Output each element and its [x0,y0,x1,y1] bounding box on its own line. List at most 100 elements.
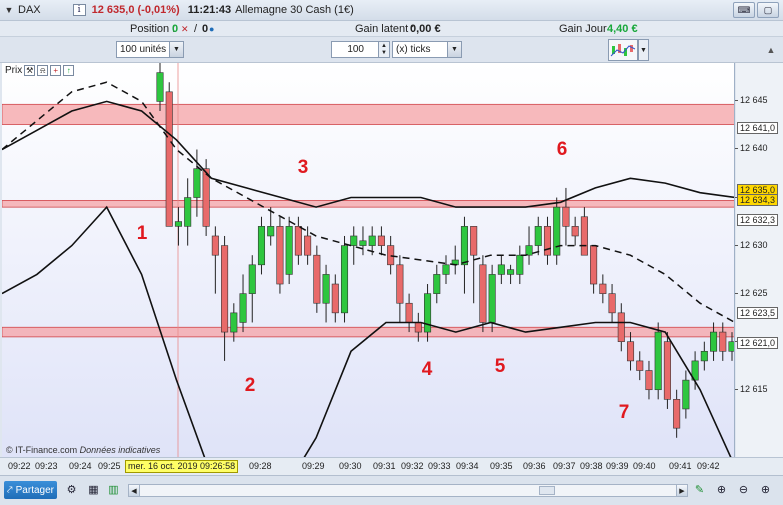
calculator-icon[interactable]: ▦ [86,482,101,497]
candle-body [267,226,275,237]
annotation-6: 6 [557,139,568,160]
candle-body [387,245,395,266]
candle-body [700,350,708,362]
chart-type-button[interactable] [608,39,638,61]
candle-body [193,168,201,198]
candle-body [377,235,385,246]
zoom-in-icon[interactable]: ⊕ [758,482,773,497]
chart-type-icon [610,44,636,57]
candle-body [257,226,266,266]
ticks-count-input[interactable]: 100 [331,41,379,58]
candle-body [645,370,653,391]
collapse-arrow-icon[interactable]: ▼ [2,3,16,17]
scroll-right-icon[interactable]: ▶ [676,485,687,496]
price-axis[interactable]: 12 64512 64012 63512 63012 62512 62012 6… [735,63,783,457]
orders-icon[interactable]: ● [209,24,214,34]
candle-body [285,226,293,275]
candle-body [608,293,616,314]
share-icon: ⤤ [7,484,13,496]
sr-zone-2 [2,200,734,208]
sr-zone-1 [2,103,734,125]
window-controls: ⌨ ▢ [733,2,779,18]
price-level-label: 12 634,3 [737,194,779,206]
arrow-up-icon[interactable]: ↑ [63,65,75,76]
instrument-name: Allemagne 30 Cash (1€) [235,4,354,16]
units-select[interactable]: 100 unités ▼ [116,41,184,58]
x-tick-label: 09:25 [98,461,121,471]
x-tick-label: 09:31 [373,461,396,471]
candle-body [497,264,505,275]
candle-body [405,302,413,323]
candle-body [156,72,164,102]
ticks-stepper[interactable]: ▲ ▼ [378,41,390,58]
candle-body [617,312,625,342]
candle-body [470,226,478,256]
copyright-text: © IT-Finance.com [6,445,78,455]
draw-tool-icon[interactable]: ✎ [692,482,707,497]
title-bar: ▼ DAX i 12 635,0 (-0,01%) 11:21:43 Allem… [0,0,783,21]
wrench-icon[interactable]: ⚒ [24,65,36,76]
copyright-subtext: Données indicatives [79,445,161,455]
price-level-label: 12 641,0 [737,122,779,134]
indicators-icon[interactable]: ▥ [106,482,121,497]
trading-window: ▼ DAX i 12 635,0 (-0,01%) 11:21:43 Allem… [0,0,783,505]
candle-body [414,322,422,333]
gain-jour-value: 4,40 € [607,23,638,35]
candle-body [488,274,496,323]
x-tick-label: 09:38 [580,461,603,471]
candle-body [673,399,681,429]
candle-body [571,226,579,237]
horizontal-scrollbar[interactable]: ◀ ▶ [128,484,688,497]
x-tick-label: 09:30 [339,461,362,471]
units-select-value: 100 unités [120,44,167,55]
candle-body [562,206,570,227]
share-button[interactable]: ⤤ Partager [4,481,57,499]
candle-body [433,274,441,294]
candle-body [368,235,376,246]
info-icon[interactable]: i [72,4,86,16]
price-level-label: 12 632,3 [737,214,779,226]
price-chart[interactable]: Prix ⚒ ⍾ + ↑ 1 2 3 4 5 6 7 © IT-Finance.com Do… [2,63,735,457]
time-axis[interactable]: mer. 16 oct. 2019 09:26:58 09:22 09:23 09:… [0,457,783,475]
zoom-fit-icon[interactable]: ⊕ [714,482,729,497]
candle-body [174,221,182,227]
candle-body [525,245,533,256]
position-label: Position : [130,23,176,35]
candle-body [340,245,349,314]
candle-body [442,264,450,275]
chevron-down-icon[interactable]: ▼ [638,39,649,61]
x-tick-label: 09:35 [490,461,513,471]
candle-body [294,226,302,256]
gain-jour-label: Gain Jour : [559,23,613,35]
x-tick-label: 09:33 [428,461,451,471]
close-position-icon[interactable]: ✕ [181,24,189,35]
x-tick-label: 09:40 [633,461,656,471]
x-tick-label: 09:41 [669,461,692,471]
bell-icon[interactable]: ⍾ [37,65,49,76]
candle-body [331,283,339,314]
scroll-left-icon[interactable]: ◀ [129,485,140,496]
zoom-out-icon[interactable]: ⊖ [736,482,751,497]
ticks-mode-value: (x) ticks [396,44,431,55]
add-indicator-icon[interactable]: + [50,65,62,76]
annotation-4: 4 [422,359,433,380]
settings-icon[interactable]: ⚙ [64,482,79,497]
candle-body [165,91,173,227]
scroll-up-icon[interactable]: ▲ [764,40,778,60]
x-tick-label: 09:29 [302,461,325,471]
annotation-2: 2 [245,375,256,396]
candle-body [221,245,229,333]
candle-body [239,293,247,323]
candle-body [479,264,487,323]
orders-count: 0 [202,23,209,35]
window-restore-icon[interactable]: ▢ [757,2,779,18]
price-level-label: 12 621,0 [737,337,779,349]
candle-body [728,341,734,352]
candle-body [719,331,727,352]
y-tick-label: 12 645 [735,95,768,106]
bottom-bar: ⤤ Partager ⚙ ▦ ▥ ◀ ▶ ✎ ⊕ ⊖ ⊕ [0,475,783,505]
keyboard-icon[interactable]: ⌨ [733,2,755,18]
ticks-mode-select[interactable]: (x) ticks ▼ [392,41,462,58]
position-separator: / [194,23,198,35]
scroll-thumb[interactable] [539,486,555,495]
